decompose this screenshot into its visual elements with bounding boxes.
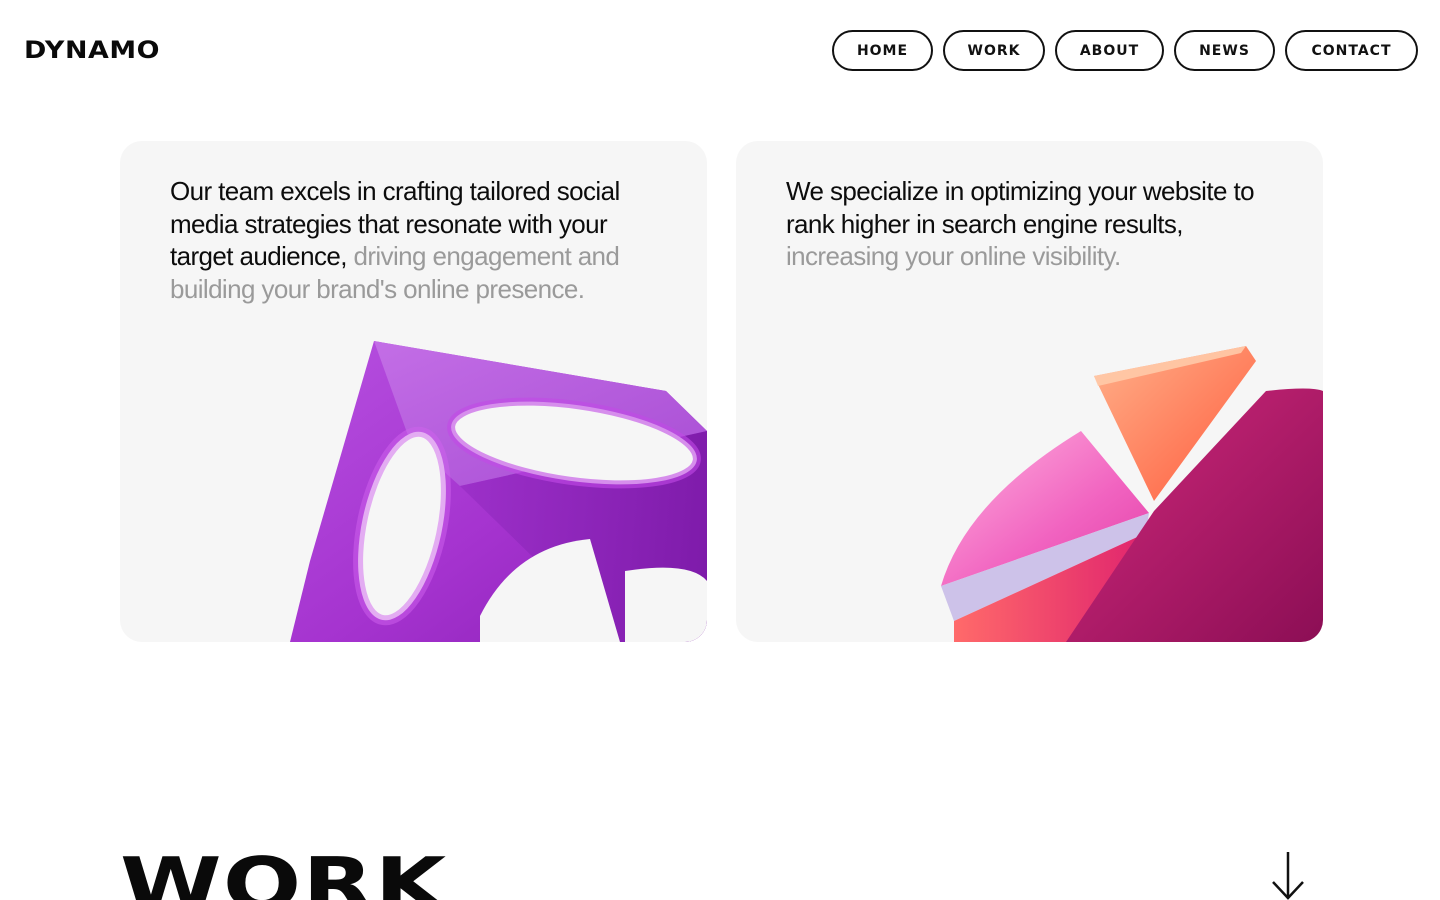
nav-news-button[interactable]: NEWS — [1174, 30, 1275, 71]
nav-home-button[interactable]: HOME — [832, 30, 933, 71]
nav-contact-button[interactable]: CONTACT — [1285, 30, 1418, 71]
purple-glass-cube-icon — [290, 341, 707, 642]
arrow-down-icon[interactable] — [1268, 850, 1308, 900]
pie-chart-3d-icon — [941, 346, 1323, 642]
nav-about-button[interactable]: ABOUT — [1055, 30, 1164, 71]
main-nav: HOME WORK ABOUT NEWS CONTACT — [832, 30, 1418, 71]
logo[interactable]: DYNAMO — [24, 36, 160, 64]
service-card-social-media: Our team excels in crafting tailored soc… — [120, 141, 707, 642]
top-bar: DYNAMO HOME WORK ABOUT NEWS CONTACT — [0, 0, 1440, 100]
nav-work-button[interactable]: WORK — [943, 30, 1045, 71]
service-card-seo: We specialize in optimizing your website… — [736, 141, 1323, 642]
work-section-title: WORK — [120, 842, 448, 900]
